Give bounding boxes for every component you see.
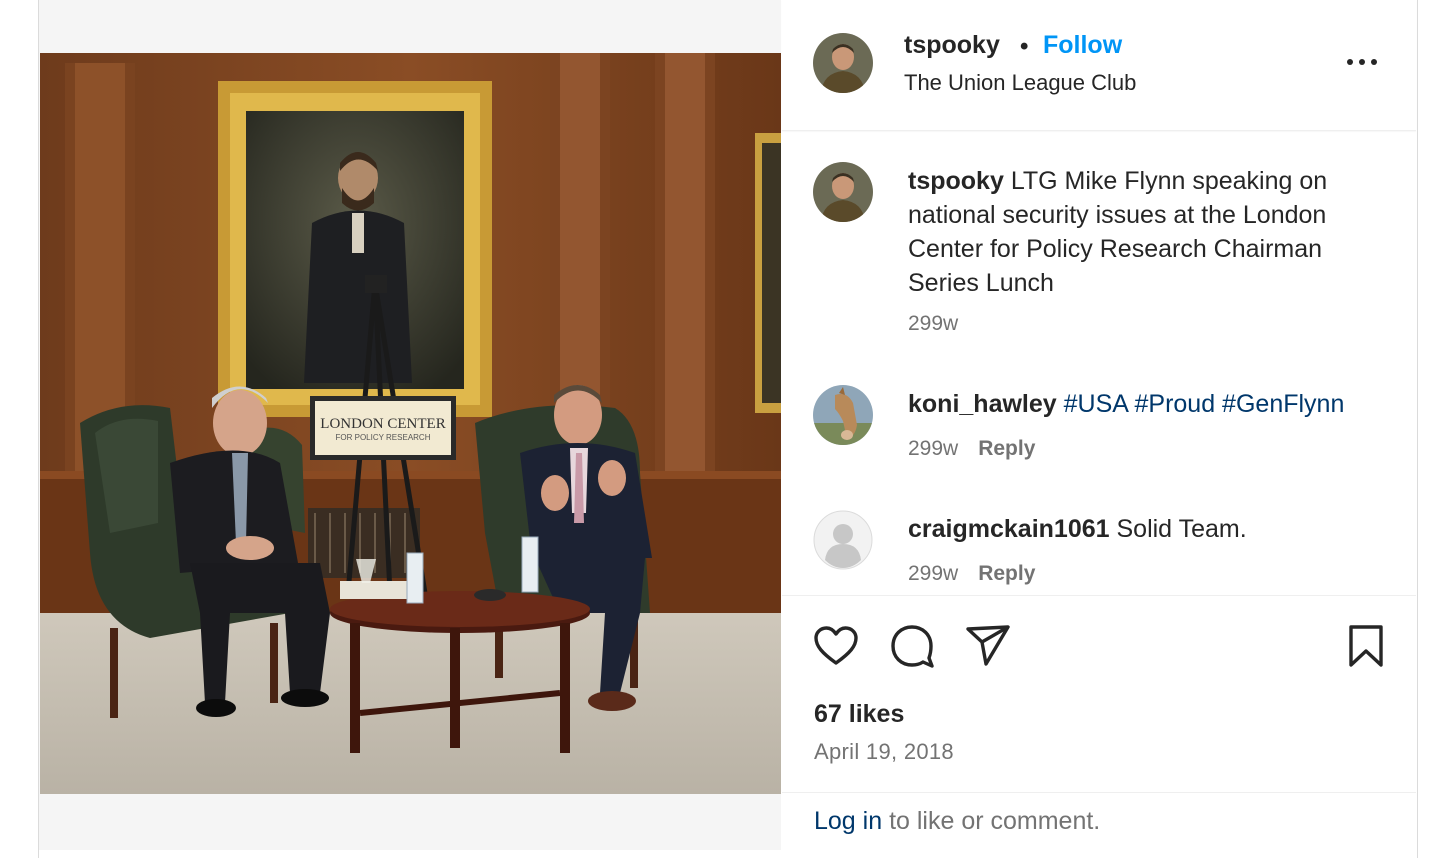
heart-icon[interactable] xyxy=(812,622,860,670)
comment-body: Solid Team. xyxy=(1116,515,1247,543)
post-header: tspooky • Follow The Union League Club xyxy=(782,0,1416,131)
comment-age[interactable]: 299w xyxy=(908,437,958,460)
follow-button[interactable]: Follow xyxy=(1043,31,1122,60)
reply-button[interactable]: Reply xyxy=(978,562,1035,585)
login-suffix: to like or comment. xyxy=(882,807,1101,835)
caption-age[interactable]: 299w xyxy=(908,312,958,335)
comment-hashtags[interactable]: #USA #Proud #GenFlynn xyxy=(1064,390,1345,418)
likes-count[interactable]: 67 likes xyxy=(814,700,904,729)
comment-meta: 299w Reply xyxy=(908,437,1035,461)
comment-meta: 299w Reply xyxy=(908,562,1035,586)
commenter-avatar[interactable] xyxy=(813,385,873,445)
caption-username[interactable]: tspooky xyxy=(908,167,1004,195)
post-location[interactable]: The Union League Club xyxy=(904,70,1136,96)
comment-username[interactable]: koni_hawley xyxy=(908,390,1057,418)
comment-username[interactable]: craigmckain1061 xyxy=(908,515,1110,543)
caption-avatar[interactable] xyxy=(813,162,873,222)
post-date[interactable]: April 19, 2018 xyxy=(814,739,954,765)
comment-icon[interactable] xyxy=(888,622,936,670)
comment-age[interactable]: 299w xyxy=(908,562,958,585)
commenter-avatar-default[interactable] xyxy=(813,510,873,570)
author-username[interactable]: tspooky xyxy=(904,31,1000,60)
comments-section[interactable]: tspooky LTG Mike Flynn speaking on natio… xyxy=(782,131,1416,595)
separator-dot: • xyxy=(1020,33,1029,60)
more-options-icon[interactable] xyxy=(1344,50,1380,74)
sign-line-1: LONDON CENTER xyxy=(320,416,445,432)
caption-meta: 299w xyxy=(908,312,958,336)
share-icon[interactable] xyxy=(964,622,1012,670)
post-photo[interactable]: LONDON CENTER FOR POLICY RESEARCH xyxy=(40,53,781,794)
comment-text: craigmckain1061 Solid Team. xyxy=(908,512,1388,546)
caption-text: tspooky LTG Mike Flynn speaking on natio… xyxy=(908,164,1388,300)
reply-button[interactable]: Reply xyxy=(978,437,1035,460)
login-link[interactable]: Log in xyxy=(814,807,882,835)
bookmark-icon[interactable] xyxy=(1342,622,1390,670)
login-footer: Log in to like or comment. xyxy=(782,792,1416,851)
login-prompt: Log in to like or comment. xyxy=(814,807,1100,836)
sign-line-2: FOR POLICY RESEARCH xyxy=(336,433,431,442)
comment-text: koni_hawley #USA #Proud #GenFlynn xyxy=(908,387,1388,421)
action-bar xyxy=(782,595,1416,696)
author-avatar[interactable] xyxy=(813,33,873,93)
post-sidebar: tspooky • Follow The Union League Club t… xyxy=(782,0,1416,850)
